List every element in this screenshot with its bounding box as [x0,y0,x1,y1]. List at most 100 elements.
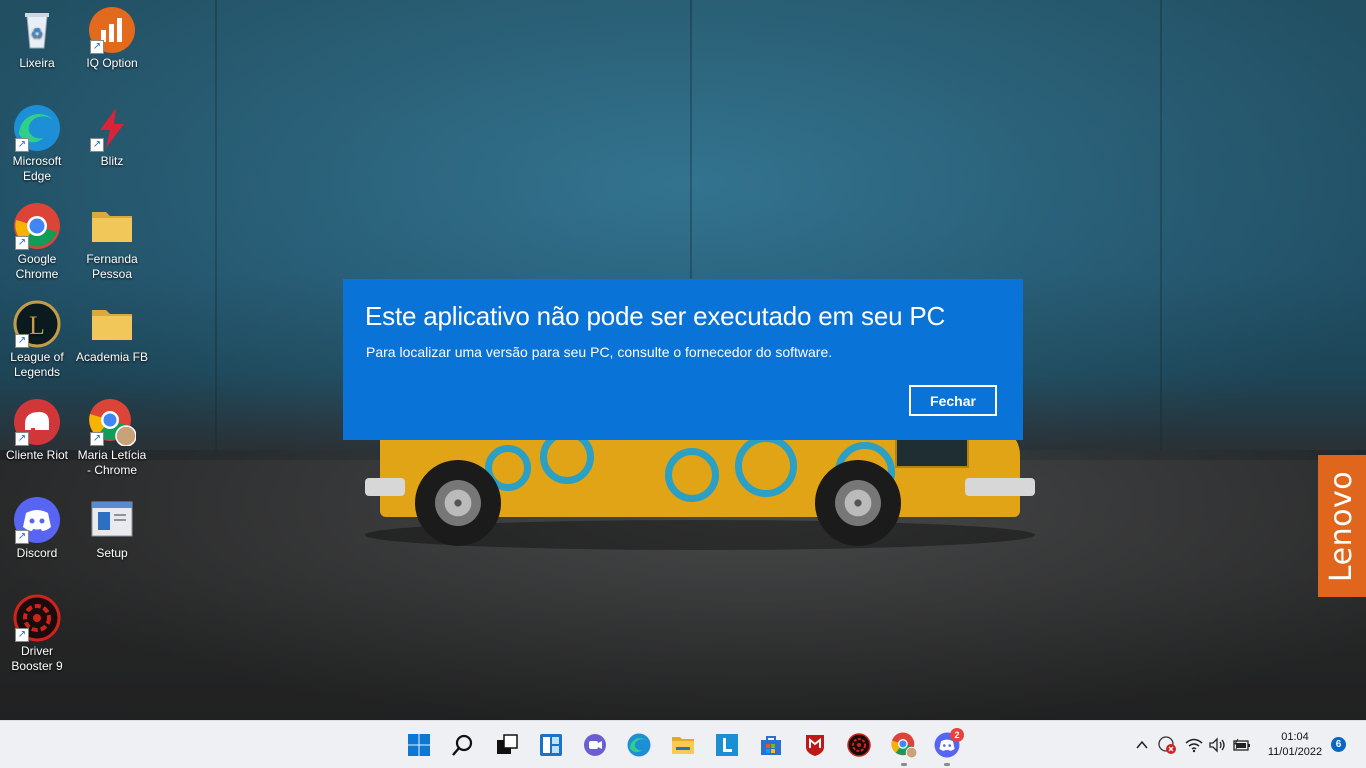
widgets-button[interactable] [535,729,567,761]
desktop-icon-label: Blitz [100,154,124,168]
recycle-bin-icon: ♻ [13,6,61,54]
wall-seam [215,0,217,450]
battery-charging-icon [1233,738,1250,751]
mcafee-icon [806,735,824,756]
desktop-icon-label: League of Legends [10,350,64,379]
desktop-icon-cliente-riot[interactable]: ↗ Cliente Riot [0,398,74,463]
network-status-button[interactable] [1157,735,1177,755]
file-explorer-button[interactable] [667,729,699,761]
shortcut-arrow-icon: ↗ [15,138,29,152]
mcafee-button[interactable] [799,729,831,761]
running-indicator [901,763,907,766]
wifi-icon [1185,738,1203,753]
desktop-icon-label: Academia FB [75,350,149,364]
chrome-icon: ↗ [13,202,61,250]
chevron-up-icon [1136,740,1148,749]
wall-seam [1160,0,1162,450]
shortcut-arrow-icon: ↗ [15,530,29,544]
svg-text:♻: ♻ [31,25,44,41]
blitz-icon: ↗ [88,104,136,152]
desktop-icon-label: Discord [16,546,58,560]
svg-text:L: L [29,311,45,340]
folder-icon [88,300,136,348]
store-icon [761,736,781,755]
desktop-icon-label: Maria Letícia - Chrome [77,448,147,477]
discord-badge: 2 [950,728,964,742]
teams-chat-icon [584,734,606,756]
desktop-icon-academia-fb[interactable]: Academia FB [75,300,149,365]
show-hidden-icons-button[interactable] [1132,735,1152,755]
shortcut-arrow-icon: ↗ [15,628,29,642]
desktop-icon-fernanda-pessoa[interactable]: Fernanda Pessoa [75,202,149,282]
dialog-title: Este aplicativo não pode ser executado e… [365,301,946,331]
discord-icon: ↗ [13,496,61,544]
desktop-icon-google-chrome[interactable]: ↗ Google Chrome [0,202,74,282]
desktop-icon-lixeira[interactable]: ♻ Lixeira [0,6,74,71]
desktop-icon-league-of-legends[interactable]: L ↗ League of Legends [0,300,74,380]
shortcut-arrow-icon: ↗ [15,236,29,250]
taskbar: 2 01:04 11/01/2022 6 [0,720,1366,768]
teams-chat-button[interactable] [579,729,611,761]
shortcut-arrow-icon: ↗ [15,432,29,446]
chrome-profile-icon: ↗ [88,398,137,447]
desktop-icon-setup[interactable]: Setup [75,496,149,561]
desktop-icon-label: Cliente Riot [5,448,69,462]
battery-button[interactable] [1232,735,1252,755]
lenovo-wallpaper-tag: Lenovo [1318,455,1366,597]
clock[interactable]: 01:04 11/01/2022 [1262,730,1328,760]
shortcut-arrow-icon: ↗ [15,334,29,348]
lenovo-vantage-button[interactable] [711,729,743,761]
wifi-button[interactable] [1184,735,1204,755]
wallpaper-van [365,420,1035,560]
dialog-message: Para localizar uma versão para seu PC, c… [366,344,833,360]
task-view-icon [497,734,518,754]
running-indicator [944,763,950,766]
error-dialog: Este aplicativo não pode ser executado e… [343,279,1023,440]
shortcut-arrow-icon: ↗ [90,40,104,54]
desktop-icon-label: Lixeira [19,56,55,70]
desktop-icon-maria-leticia-chrome[interactable]: ↗ Maria Letícia - Chrome [75,398,149,478]
clock-time: 01:04 [1281,731,1309,743]
desktop-icon-iq-option[interactable]: ↗ IQ Option [75,6,149,71]
desktop-icon-blitz[interactable]: ↗ Blitz [75,104,149,169]
close-button[interactable]: Fechar [909,385,997,416]
league-of-legends-icon: L ↗ [13,300,61,348]
file-explorer-icon [672,737,694,754]
driver-booster-icon: ↗ [13,594,61,642]
shortcut-arrow-icon: ↗ [90,432,104,446]
volume-button[interactable] [1207,735,1227,755]
edge-icon: ↗ [13,104,61,152]
folder-icon [88,202,136,250]
driver-booster-icon [847,733,871,757]
taskbar-edge-button[interactable] [623,729,655,761]
desktop-icon-label: Fernanda Pessoa [86,252,138,281]
iq-option-icon: ↗ [88,6,136,54]
chrome-profile-icon [891,732,917,758]
taskbar-discord-button[interactable]: 2 [931,728,964,766]
desktop-icon-label: IQ Option [86,56,138,70]
desktop-icon-microsoft-edge[interactable]: ↗ Microsoft Edge [0,104,74,184]
desktop-icon-label: Setup [96,546,128,560]
search-button[interactable] [447,729,479,761]
lenovo-logo-text: Lenovo [1324,470,1360,582]
taskbar-driver-booster-button[interactable] [843,729,875,761]
lenovo-vantage-icon [716,734,738,756]
desktop-icon-driver-booster-9[interactable]: ↗ Driver Booster 9 [0,594,74,674]
notification-center-button[interactable]: 6 [1331,737,1346,752]
start-icon [408,734,430,756]
task-view-button[interactable] [491,729,523,761]
start-button[interactable] [403,729,435,761]
riot-client-icon: ↗ [13,398,61,446]
shortcut-arrow-icon: ↗ [90,138,104,152]
store-button[interactable] [755,729,787,761]
desktop-icon-discord[interactable]: ↗ Discord [0,496,74,561]
widgets-icon [540,734,562,756]
network-error-icon [1158,736,1176,754]
taskbar-chrome-profile-button[interactable] [888,729,920,766]
speaker-icon [1209,737,1225,753]
desktop-icon-label: Google Chrome [15,252,59,281]
clock-date: 11/01/2022 [1267,746,1323,758]
desktop-icon-label: Driver Booster 9 [11,644,63,673]
setup-icon [88,496,136,544]
edge-icon [627,733,651,757]
